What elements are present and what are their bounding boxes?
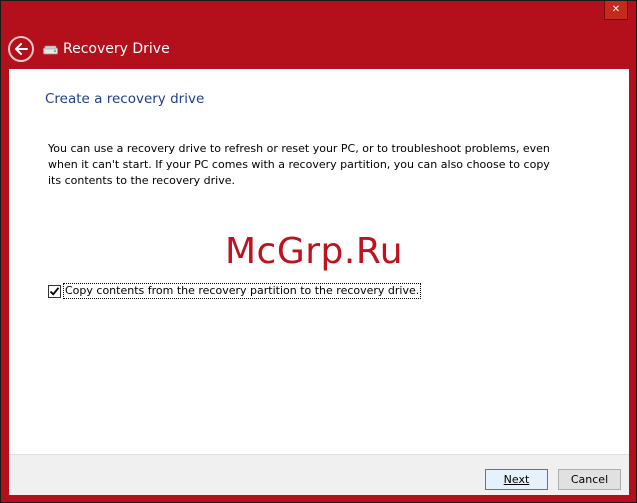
description-text: You can use a recovery drive to refresh … [48, 142, 550, 187]
window-title: Recovery Drive [63, 41, 170, 57]
cancel-button[interactable]: Cancel [558, 469, 621, 490]
back-arrow-icon [15, 43, 28, 55]
copy-partition-checkbox[interactable] [48, 284, 61, 298]
content-area: Create a recovery drive You can use a re… [9, 69, 629, 454]
next-button[interactable]: Next [485, 469, 548, 490]
close-icon: ✕ [611, 4, 621, 15]
copy-partition-option[interactable]: Copy contents from the recovery partitio… [48, 283, 422, 299]
back-button[interactable] [8, 36, 34, 62]
checkmark-icon [49, 286, 60, 296]
drive-icon [43, 45, 58, 55]
footer-bar: Next Cancel [9, 454, 629, 495]
close-button[interactable]: ✕ [604, 1, 628, 20]
watermark-text: McGrp.Ru [225, 231, 404, 272]
page-heading: Create a recovery drive [45, 91, 205, 107]
copy-partition-label[interactable]: Copy contents from the recovery partitio… [63, 283, 422, 299]
recovery-drive-window: ✕ Recovery Drive Create a recovery drive… [0, 0, 637, 503]
title-bar: ✕ Recovery Drive [1, 1, 636, 69]
